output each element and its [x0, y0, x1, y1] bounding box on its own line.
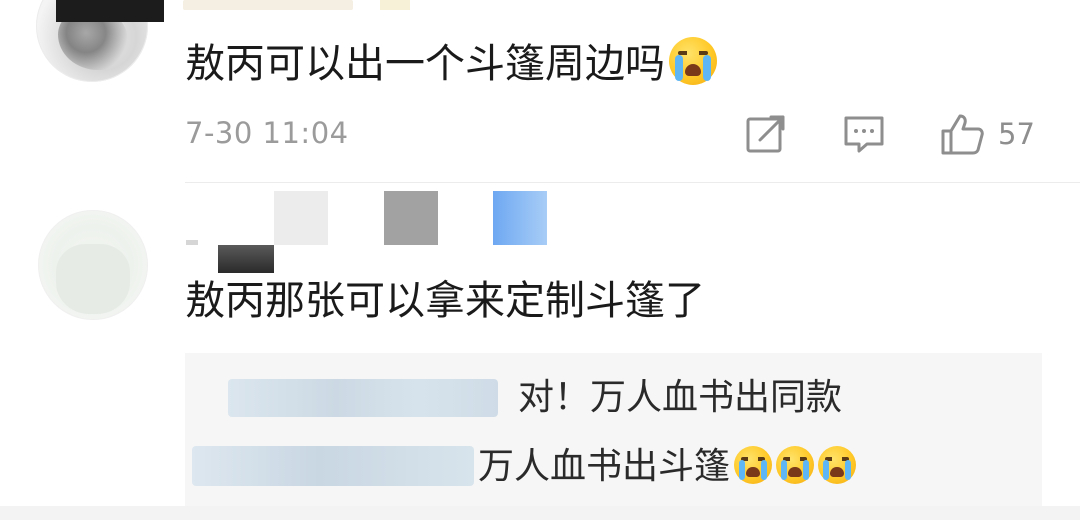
username-redacted [218, 245, 274, 273]
comment-thread: 敖丙可以出一个斗篷周边吗 7-30 11:04 57 敖丙那张可以拿来定制斗篷了… [0, 0, 1080, 520]
timestamp: 7-30 11:04 [185, 116, 349, 150]
comment-text: 敖丙那张可以拿来定制斗篷了 [185, 278, 705, 324]
reply-text: 万人血书出斗篷 [478, 444, 857, 490]
crying-emoji-icon [776, 446, 815, 484]
reply-username-redacted [228, 379, 498, 417]
username-redacted [186, 240, 198, 245]
comment-item: 敖丙那张可以拿来定制斗篷了 对！万人血书出同款 万人血书出斗篷 [0, 183, 1080, 520]
user-badge [380, 0, 410, 10]
avatar[interactable] [38, 210, 148, 320]
reply-text: 对！万人血书出同款 [518, 377, 843, 418]
username-redacted [274, 191, 328, 245]
crying-emoji-icon [734, 446, 773, 484]
reply-button[interactable] [843, 112, 885, 156]
reply-body: 万人血书出斗篷 [478, 446, 731, 487]
reply-username-redacted [192, 446, 474, 486]
crying-emoji-icon [669, 37, 717, 85]
username-redacted [183, 0, 353, 10]
share-icon [746, 115, 785, 153]
username-redacted [384, 191, 438, 245]
like-button[interactable]: 57 [940, 112, 1035, 156]
comment-body: 敖丙可以出一个斗篷周边吗 [185, 41, 665, 87]
comment-text: 敖丙可以出一个斗篷周边吗 [185, 37, 717, 90]
thumbs-up-icon [941, 114, 984, 155]
comment-icon [844, 116, 884, 153]
bottom-separator [0, 506, 1080, 520]
username-redacted [56, 0, 164, 22]
comment-item: 敖丙可以出一个斗篷周边吗 7-30 11:04 57 [0, 0, 1080, 182]
crying-emoji-icon [818, 446, 857, 484]
username-redacted [493, 191, 547, 245]
reply-list[interactable]: 对！万人血书出同款 万人血书出斗篷 [185, 353, 1042, 520]
share-button[interactable] [745, 112, 787, 156]
like-count: 57 [998, 117, 1035, 151]
